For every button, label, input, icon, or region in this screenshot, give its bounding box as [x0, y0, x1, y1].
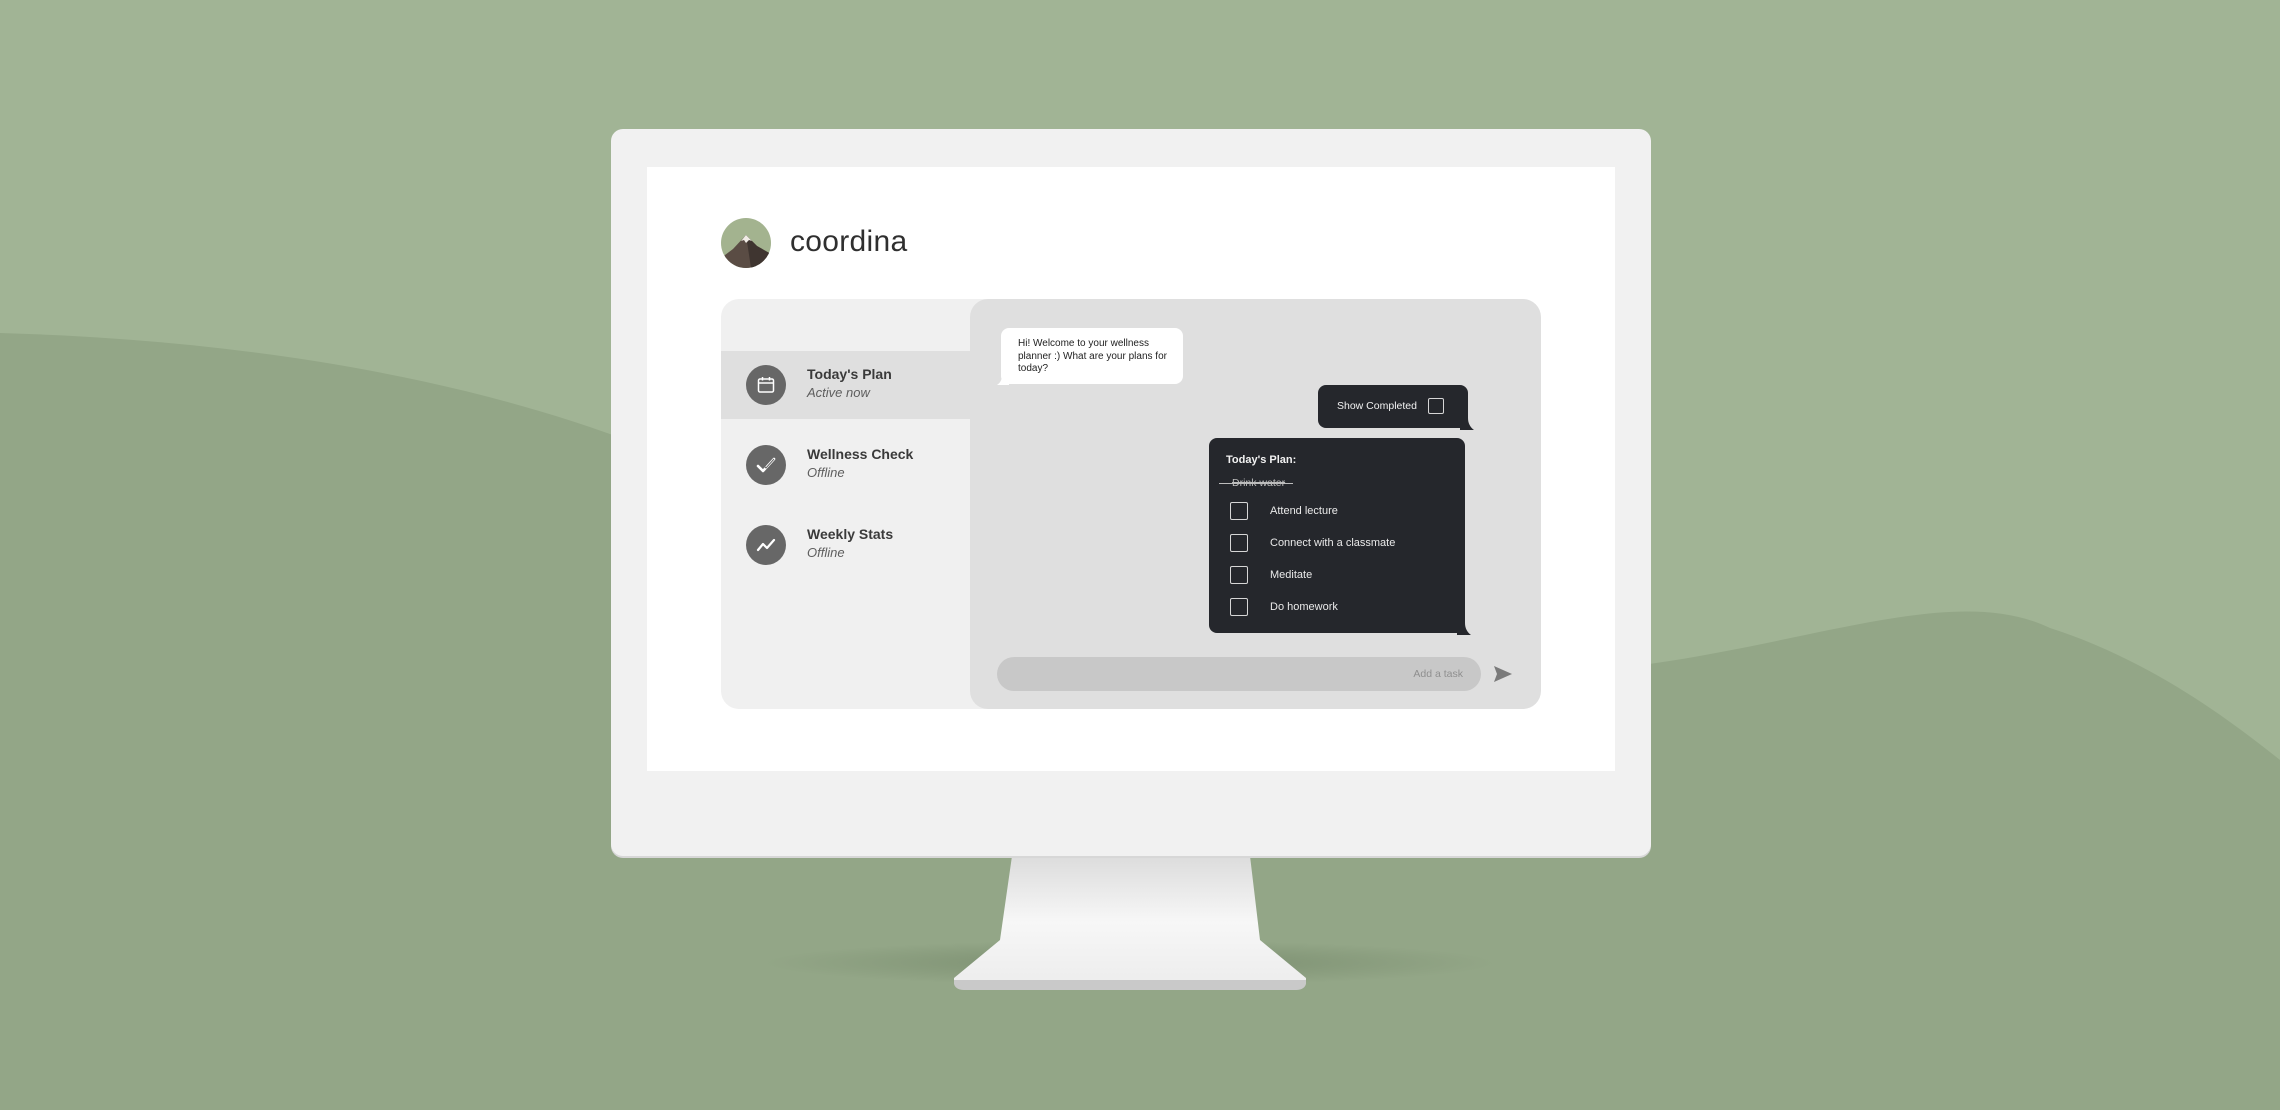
app-title: coordina — [790, 225, 908, 258]
task-label: Do homework — [1270, 601, 1338, 613]
sidebar-item-status: Active now — [807, 385, 870, 400]
calendar-icon — [746, 365, 786, 405]
send-button[interactable] — [1492, 663, 1514, 685]
todays-plan-bubble: Today's Plan: Drink water Attend lecture… — [1209, 438, 1471, 635]
monitor-stand — [954, 856, 1306, 990]
task-item[interactable]: Do homework — [1230, 598, 1450, 616]
task-item[interactable]: Connect with a classmate — [1230, 534, 1450, 552]
sidebar-item-status: Offline — [807, 545, 845, 560]
completed-task: Drink water — [1218, 477, 1294, 489]
bubble-tail — [1460, 418, 1474, 430]
welcome-message-bubble: Hi! Welcome to your wellness planner :) … — [997, 328, 1183, 385]
send-icon — [1494, 666, 1512, 682]
task-checkbox[interactable] — [1230, 534, 1248, 552]
task-label: Attend lecture — [1270, 505, 1338, 517]
bubble-tail — [997, 375, 1009, 385]
add-task-input[interactable] — [997, 657, 1481, 691]
task-item[interactable]: Meditate — [1230, 566, 1450, 584]
task-label: Meditate — [1270, 569, 1313, 581]
sidebar-item-todays-plan[interactable]: Today's Plan Active now — [721, 351, 970, 419]
task-checkbox[interactable] — [1230, 598, 1248, 616]
check-icon — [746, 445, 786, 485]
plan-title: Today's Plan: — [1226, 454, 1297, 466]
mountain-logo-icon — [721, 218, 771, 268]
show-completed-label: Show Completed — [1337, 400, 1417, 412]
task-label: Connect with a classmate — [1270, 537, 1396, 549]
sidebar-item-weekly-stats[interactable]: Weekly Stats Offline — [721, 511, 970, 579]
task-item[interactable]: Attend lecture — [1230, 502, 1450, 520]
task-checkbox[interactable] — [1230, 502, 1248, 520]
trend-line-icon — [746, 525, 786, 565]
sidebar-item-label: Weekly Stats — [807, 526, 894, 542]
show-completed-bubble: Show Completed — [1318, 385, 1474, 430]
sidebar-item-label: Wellness Check — [807, 446, 914, 462]
avatar — [721, 218, 771, 268]
bubble-tail — [1457, 623, 1471, 635]
show-completed-checkbox[interactable] — [1428, 398, 1444, 414]
sidebar-item-label: Today's Plan — [807, 366, 892, 382]
welcome-message-text: Hi! Welcome to your wellness planner :) … — [1018, 338, 1167, 374]
sidebar-item-status: Offline — [807, 465, 845, 480]
task-checkbox[interactable] — [1230, 566, 1248, 584]
sidebar-item-wellness-check[interactable]: Wellness Check Offline — [721, 431, 970, 499]
